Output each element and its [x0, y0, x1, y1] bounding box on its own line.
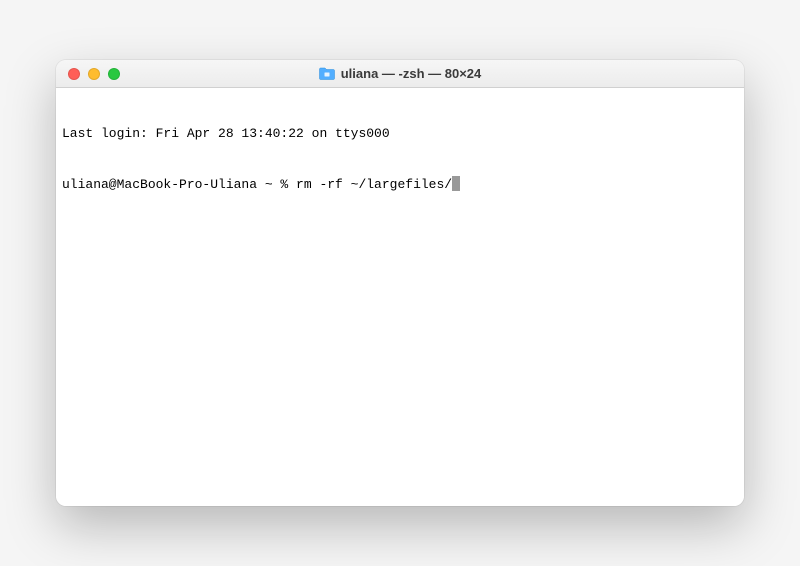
cursor [452, 176, 460, 191]
terminal-body[interactable]: Last login: Fri Apr 28 13:40:22 on ttys0… [56, 88, 744, 506]
folder-icon [319, 67, 335, 80]
terminal-window: uliana — -zsh — 80×24 Last login: Fri Ap… [56, 60, 744, 506]
minimize-button[interactable] [88, 68, 100, 80]
prompt-line: uliana@MacBook-Pro-Uliana ~ % rm -rf ~/l… [62, 176, 738, 194]
titlebar: uliana — -zsh — 80×24 [56, 60, 744, 88]
prompt-text: uliana@MacBook-Pro-Uliana ~ % [62, 177, 296, 192]
close-button[interactable] [68, 68, 80, 80]
command-text: rm -rf ~/largefiles/ [296, 177, 452, 192]
maximize-button[interactable] [108, 68, 120, 80]
last-login-line: Last login: Fri Apr 28 13:40:22 on ttys0… [62, 126, 738, 143]
title-center: uliana — -zsh — 80×24 [56, 66, 744, 81]
window-title: uliana — -zsh — 80×24 [341, 66, 482, 81]
traffic-lights [56, 68, 120, 80]
